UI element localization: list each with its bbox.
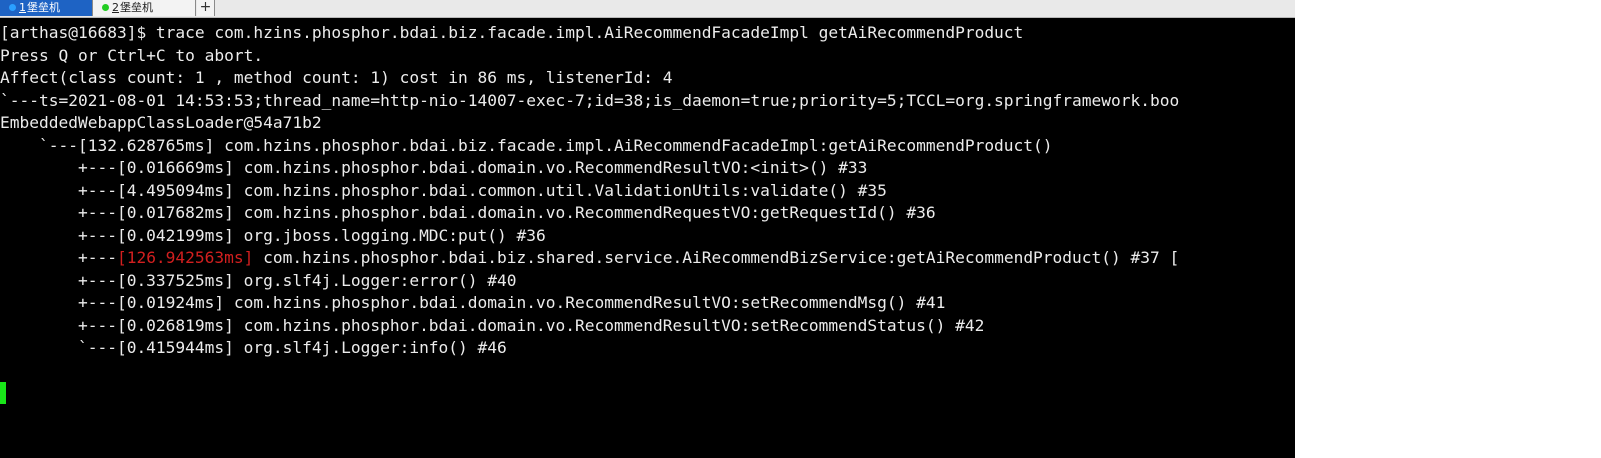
tab-number: 1 [19, 1, 26, 14]
blank-area [1295, 0, 1601, 458]
trace-child-line: +---[0.026819ms] com.hzins.phosphor.bdai… [0, 316, 985, 335]
tab-label: 堡垒机 [27, 1, 60, 14]
hot-cost-time: [126.942563ms] [116, 248, 254, 267]
trace-child-line: +---[0.042199ms] org.jboss.logging.MDC:p… [0, 226, 546, 245]
session-tab-1[interactable]: 1堡垒机 [0, 0, 93, 16]
tab-number: 2 [112, 1, 119, 14]
trace-root-line: `---[132.628765ms] com.hzins.phosphor.bd… [0, 136, 1053, 155]
status-dot-icon [9, 4, 16, 11]
new-tab-button[interactable]: + [197, 0, 215, 16]
session-tab-bar: 1堡垒机 2堡垒机 + [0, 0, 1322, 18]
trace-child-line: +---[0.016669ms] com.hzins.phosphor.bdai… [0, 158, 868, 177]
terminal-line: EmbeddedWebappClassLoader@54a71b2 [0, 113, 322, 132]
tab-label: 堡垒机 [120, 1, 153, 14]
trace-child-line: `---[0.415944ms] org.slf4j.Logger:info()… [0, 338, 507, 357]
session-tab-2[interactable]: 2堡垒机 [93, 0, 196, 16]
trace-child-line: +---[0.017682ms] com.hzins.phosphor.bdai… [0, 203, 936, 222]
terminal-output[interactable]: [arthas@16683]$ trace com.hzins.phosphor… [0, 18, 1295, 458]
trace-child-line: +---[0.337525ms] org.slf4j.Logger:error(… [0, 271, 517, 290]
terminal-line: Affect(class count: 1 , method count: 1)… [0, 68, 673, 87]
trace-prefix: +--- [0, 248, 117, 267]
trace-child-line: +---[0.01924ms] com.hzins.phosphor.bdai.… [0, 293, 946, 312]
terminal-line: [arthas@16683]$ trace com.hzins.phosphor… [0, 23, 1024, 42]
trace-child-line: +---[4.495094ms] com.hzins.phosphor.bdai… [0, 181, 887, 200]
terminal-window: 1堡垒机 2堡垒机 + [arthas@16683]$ trace com.hz… [0, 0, 1601, 458]
status-dot-icon [102, 4, 109, 11]
terminal-line: Press Q or Ctrl+C to abort. [0, 46, 264, 65]
trace-hot-line: +---[126.942563ms] com.hzins.phosphor.bd… [0, 247, 1179, 269]
terminal-cursor [0, 382, 6, 404]
terminal-line: `---ts=2021-08-01 14:53:53;thread_name=h… [0, 91, 1180, 110]
trace-method: com.hzins.phosphor.bdai.biz.shared.servi… [253, 248, 1180, 267]
